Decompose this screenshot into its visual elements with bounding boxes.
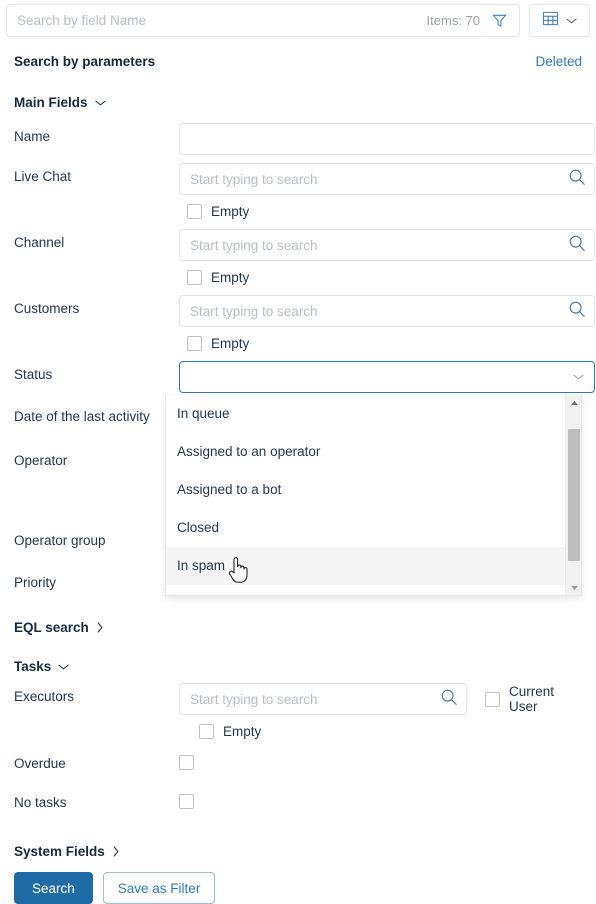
- channel-field[interactable]: [179, 229, 595, 261]
- label-operator-group: Operator group: [14, 533, 106, 548]
- scroll-up-arrow-icon[interactable]: [566, 395, 581, 411]
- search-icon[interactable]: [568, 168, 586, 191]
- customers-input[interactable]: [190, 303, 568, 319]
- section-eql-search[interactable]: EQL search: [14, 620, 582, 635]
- field-row-channel: Channel Empty: [14, 229, 595, 285]
- status-option-assigned-to-an-operator[interactable]: Assigned to an operator: [166, 433, 566, 471]
- status-option-closed[interactable]: Closed: [166, 509, 566, 547]
- form-actions: Search Save as Filter: [14, 872, 582, 904]
- status-select[interactable]: [179, 361, 595, 393]
- section-main-fields-label: Main Fields: [14, 95, 88, 110]
- executors-input[interactable]: [190, 691, 441, 707]
- control-name: [179, 123, 595, 155]
- section-tasks[interactable]: Tasks: [14, 659, 582, 674]
- label-priority: Priority: [14, 575, 57, 590]
- chevron-down-icon: [94, 99, 106, 107]
- dropdown-scrollbar[interactable]: [565, 395, 581, 595]
- panel-header: Search by parameters Deleted: [14, 41, 582, 69]
- control-live-chat: Empty: [179, 163, 595, 219]
- field-row-live-chat: Live Chat Empty: [14, 163, 595, 219]
- live-chat-input[interactable]: [190, 171, 568, 187]
- status-dropdown-menu[interactable]: In queue Assigned to an operator Assigne…: [165, 395, 582, 596]
- name-field[interactable]: [179, 123, 595, 155]
- customers-empty-checkbox-row[interactable]: Empty: [187, 336, 595, 351]
- channel-empty-checkbox[interactable]: [187, 270, 202, 285]
- top-toolbar: Items: 70: [0, 0, 596, 41]
- label-date-last-activity: Date of the last activity: [14, 409, 150, 424]
- label-customers: Customers: [14, 301, 80, 316]
- field-row-customers: Customers Empty: [14, 295, 595, 351]
- page-title: Search by parameters: [14, 54, 156, 69]
- current-user-checkbox[interactable]: [485, 691, 501, 707]
- save-as-filter-button[interactable]: Save as Filter: [102, 872, 216, 904]
- label-live-chat: Live Chat: [14, 169, 72, 184]
- label-no-tasks: No tasks: [14, 795, 67, 810]
- deleted-link[interactable]: Deleted: [535, 54, 582, 69]
- channel-empty-checkbox-row[interactable]: Empty: [187, 270, 595, 285]
- scroll-down-arrow-icon[interactable]: [566, 580, 581, 595]
- field-row-overdue: Overdue: [14, 750, 582, 778]
- section-system-fields-label: System Fields: [14, 844, 105, 859]
- customers-empty-label: Empty: [211, 336, 250, 351]
- search-icon[interactable]: [568, 300, 586, 323]
- name-input[interactable]: [190, 131, 586, 147]
- status-option-in-queue[interactable]: In queue: [166, 395, 566, 433]
- search-icon[interactable]: [440, 688, 458, 711]
- control-no-tasks: [179, 789, 582, 814]
- live-chat-empty-checkbox-row[interactable]: Empty: [187, 204, 595, 219]
- section-eql-search-label: EQL search: [14, 620, 89, 635]
- label-operator: Operator: [14, 453, 68, 468]
- executors-empty-label: Empty: [223, 724, 262, 739]
- control-overdue: [179, 750, 582, 775]
- status-option-assigned-to-a-bot[interactable]: Assigned to a bot: [166, 471, 566, 509]
- live-chat-empty-label: Empty: [211, 204, 250, 219]
- current-user-checkbox-row[interactable]: Current User: [485, 684, 582, 714]
- current-user-label: Current User: [509, 684, 555, 714]
- status-dropdown-list: In queue Assigned to an operator Assigne…: [166, 395, 566, 585]
- table-icon: [542, 10, 559, 32]
- executors-field[interactable]: [179, 683, 468, 715]
- chevron-down-icon: [573, 368, 584, 386]
- label-name: Name: [14, 129, 51, 144]
- executors-empty-checkbox[interactable]: [199, 724, 214, 739]
- search-icon[interactable]: [568, 234, 586, 257]
- control-channel: Empty: [179, 229, 595, 285]
- customers-empty-checkbox[interactable]: [187, 336, 202, 351]
- view-mode-button[interactable]: [529, 4, 590, 37]
- field-row-name: Name: [14, 123, 595, 155]
- channel-empty-label: Empty: [211, 270, 250, 285]
- chevron-right-icon: [96, 622, 104, 633]
- control-customers: Empty: [179, 295, 595, 351]
- control-executors: Current User Empty: [179, 683, 582, 739]
- scrollbar-thumb[interactable]: [568, 429, 580, 561]
- label-status: Status: [14, 367, 53, 382]
- field-row-status: Status: [14, 361, 595, 393]
- no-tasks-checkbox[interactable]: [179, 794, 194, 809]
- label-channel: Channel: [14, 235, 65, 250]
- items-count-label: Items: 70: [426, 13, 480, 28]
- status-option-in-spam[interactable]: In spam: [166, 547, 566, 585]
- section-tasks-label: Tasks: [14, 659, 52, 674]
- funnel-icon[interactable]: [489, 11, 509, 31]
- channel-input[interactable]: [190, 237, 568, 253]
- label-overdue: Overdue: [14, 756, 66, 771]
- live-chat-empty-checkbox[interactable]: [187, 204, 202, 219]
- executors-empty-checkbox-row[interactable]: Empty: [199, 724, 582, 739]
- control-status: [179, 361, 595, 393]
- customers-field[interactable]: [179, 295, 595, 327]
- section-system-fields[interactable]: System Fields: [14, 844, 582, 859]
- label-executors: Executors: [14, 689, 75, 704]
- chevron-right-icon: [112, 846, 120, 857]
- chevron-down-icon: [58, 663, 69, 671]
- overdue-checkbox[interactable]: [179, 755, 194, 770]
- chevron-down-icon: [566, 12, 577, 30]
- field-row-executors: Executors Current User Empty: [14, 683, 582, 739]
- field-row-no-tasks: No tasks: [14, 789, 582, 817]
- search-button[interactable]: Search: [14, 872, 93, 904]
- live-chat-field[interactable]: [179, 163, 595, 195]
- section-main-fields[interactable]: Main Fields: [14, 95, 582, 110]
- global-search-field[interactable]: Items: 70: [6, 4, 520, 37]
- search-input[interactable]: [17, 13, 427, 28]
